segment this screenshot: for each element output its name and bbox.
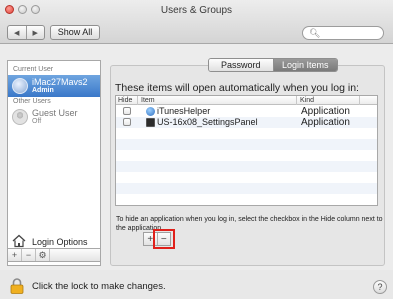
lock-icon[interactable]: [10, 278, 24, 294]
tab-login-items[interactable]: Login Items: [273, 59, 337, 71]
highlight-box: [153, 229, 175, 249]
empty-row: [116, 194, 377, 205]
show-all-button[interactable]: Show All: [50, 25, 100, 40]
table-row[interactable]: US-16x08_SettingsPanel Application: [116, 117, 377, 128]
hide-checkbox[interactable]: [123, 118, 131, 126]
sidebar-footer: + − ⚙: [7, 248, 101, 262]
hide-checkbox[interactable]: [123, 107, 131, 115]
item-kind: Application: [301, 117, 350, 128]
user-name: iMac27Mavs2: [32, 77, 88, 87]
tab-bar: Password Login Items: [208, 58, 338, 72]
table-row[interactable]: iTunesHelper Application: [116, 106, 377, 117]
settings-panel-icon: [146, 118, 155, 127]
window-title: Users & Groups: [160, 5, 233, 16]
empty-row: [116, 128, 377, 139]
search-field[interactable]: 🔍︎: [302, 26, 384, 40]
users-sidebar: Current User iMac27Mavs2 Admin Other Use…: [7, 60, 101, 266]
item-name: iTunesHelper: [157, 106, 211, 116]
lock-message: Click the lock to make changes.: [32, 281, 166, 292]
add-user-button[interactable]: +: [8, 249, 22, 261]
nav-back-forward: ◀ ▶: [7, 25, 45, 40]
avatar: [12, 78, 28, 94]
empty-row: [116, 139, 377, 150]
item-name: US-16x08_SettingsPanel: [157, 117, 258, 127]
table-header: Hide Item Kind: [116, 96, 377, 105]
login-items-table: Hide Item Kind iTunesHelper Application …: [115, 95, 378, 206]
title-bar: Users & Groups ◀ ▶ Show All 🔍︎: [0, 0, 393, 44]
users-groups-window: Users & Groups ◀ ▶ Show All 🔍︎ Current U…: [0, 0, 393, 299]
itunes-icon: [146, 107, 155, 116]
login-items-intro: These items will open automatically when…: [115, 82, 359, 94]
tab-password[interactable]: Password: [209, 59, 274, 71]
bottom-bar: Click the lock to make changes. ?: [0, 270, 393, 299]
empty-row: [116, 172, 377, 183]
column-item[interactable]: Item: [139, 96, 297, 105]
empty-row: [116, 150, 377, 161]
column-hide[interactable]: Hide: [116, 96, 138, 105]
current-user-header: Current User: [13, 66, 54, 73]
forward-arrow-icon[interactable]: ▶: [25, 26, 45, 39]
help-button[interactable]: ?: [373, 280, 387, 294]
empty-row: [116, 183, 377, 194]
item-kind: Application: [301, 106, 350, 117]
column-kind[interactable]: Kind: [298, 96, 360, 105]
guest-avatar: [12, 109, 28, 125]
login-options-item[interactable]: Login Options: [32, 237, 88, 247]
sidebar-item-current-user[interactable]: iMac27Mavs2 Admin: [8, 75, 100, 97]
back-arrow-icon[interactable]: ◀: [8, 26, 26, 39]
user-role: Admin: [32, 87, 54, 94]
other-users-header: Other Users: [13, 98, 51, 105]
sidebar-item-guest-user[interactable]: Guest User: [32, 108, 78, 118]
gear-icon[interactable]: ⚙: [36, 249, 50, 261]
search-icon: 🔍︎: [309, 28, 321, 38]
home-icon: [12, 234, 26, 248]
remove-user-button[interactable]: −: [22, 249, 36, 261]
guest-status: Off: [32, 118, 42, 125]
empty-row: [116, 161, 377, 172]
